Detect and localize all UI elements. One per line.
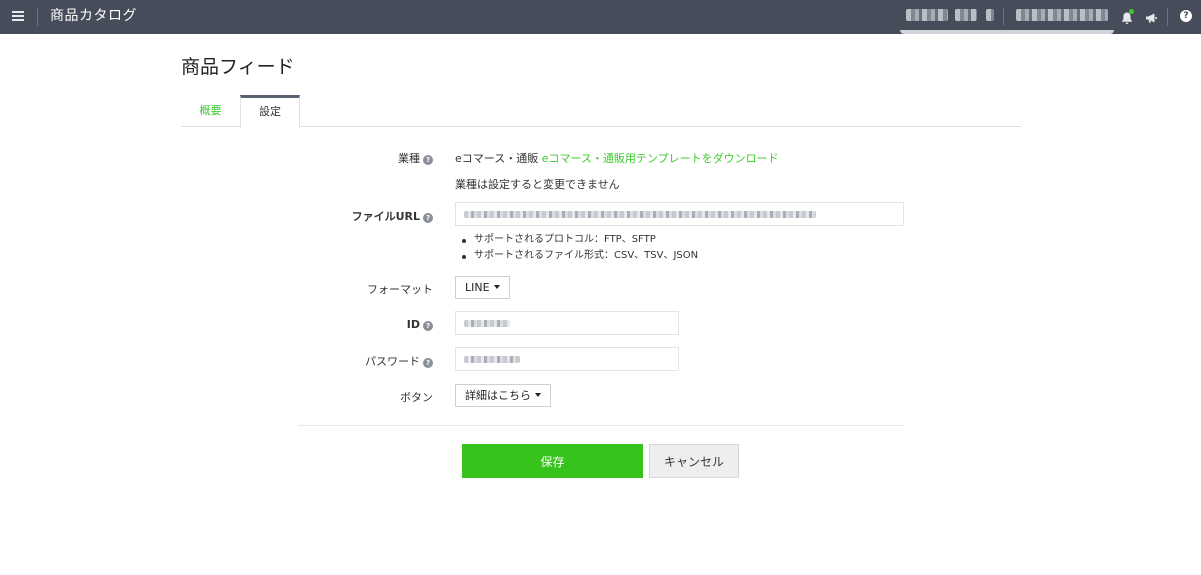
account-id-redacted[interactable]: [1016, 9, 1108, 21]
question-circle-icon[interactable]: ?: [1180, 10, 1194, 24]
industry-row: eコマース・通販 eコマース・通販用テンプレートをダウンロード: [455, 150, 779, 166]
file-url-label: ファイルURL?: [352, 208, 433, 224]
file-url-input[interactable]: [455, 202, 904, 226]
account-name-redacted[interactable]: [906, 9, 948, 21]
template-download-link[interactable]: eコマース・通販用テンプレートをダウンロード: [542, 152, 779, 165]
id-label: ID?: [407, 318, 433, 331]
industry-label: 業種?: [398, 150, 433, 166]
caret-down-icon: [535, 393, 541, 397]
tab-settings[interactable]: 設定: [240, 95, 300, 128]
id-value-redacted: [464, 320, 510, 327]
megaphone-icon[interactable]: [1144, 10, 1158, 24]
industry-value: eコマース・通販: [455, 152, 539, 165]
format-label: フォーマット: [367, 283, 433, 296]
list-item: サポートされるファイル形式：CSV、TSV、JSON: [461, 248, 698, 264]
account-selector-shadow: [900, 30, 1114, 34]
app-title: 商品カタログ: [50, 8, 137, 24]
hamburger-menu-icon[interactable]: [12, 11, 24, 21]
form-divider: [298, 425, 903, 426]
bell-icon[interactable]: [1120, 9, 1134, 24]
page-title: 商品フィード: [181, 56, 295, 78]
button-dropdown[interactable]: 詳細はこちら: [455, 384, 551, 407]
id-input[interactable]: [455, 311, 679, 335]
list-item: サポートされるプロトコル：FTP、SFTP: [461, 232, 698, 248]
account-name-redacted[interactable]: [955, 9, 977, 21]
help-icon[interactable]: ?: [423, 155, 433, 165]
top-bar: 商品カタログ ?: [0, 0, 1201, 34]
divider: [1003, 8, 1004, 26]
save-button[interactable]: 保存: [462, 444, 643, 478]
cancel-button[interactable]: キャンセル: [649, 444, 739, 478]
help-icon[interactable]: ?: [423, 321, 433, 331]
file-url-value-redacted: [464, 211, 816, 218]
help-icon[interactable]: ?: [423, 213, 433, 223]
password-value-redacted: [464, 356, 520, 363]
industry-note: 業種は設定すると変更できません: [455, 178, 620, 191]
password-input[interactable]: [455, 347, 679, 371]
notification-dot: [1129, 9, 1134, 14]
format-selected-value: LINE: [465, 281, 490, 294]
format-dropdown[interactable]: LINE: [455, 276, 510, 299]
button-label: ボタン: [400, 391, 433, 404]
divider: [37, 8, 38, 26]
password-label: パスワード?: [365, 353, 433, 369]
divider: [1167, 8, 1168, 26]
tab-bar: 概要 設定: [181, 95, 1021, 128]
help-icon[interactable]: ?: [423, 358, 433, 368]
button-selected-value: 詳細はこちら: [465, 389, 531, 402]
file-url-notes: サポートされるプロトコル：FTP、SFTP サポートされるファイル形式：CSV、…: [461, 232, 698, 264]
account-name-redacted[interactable]: [986, 9, 994, 21]
caret-down-icon: [493, 285, 500, 289]
tab-overview[interactable]: 概要: [181, 95, 240, 127]
